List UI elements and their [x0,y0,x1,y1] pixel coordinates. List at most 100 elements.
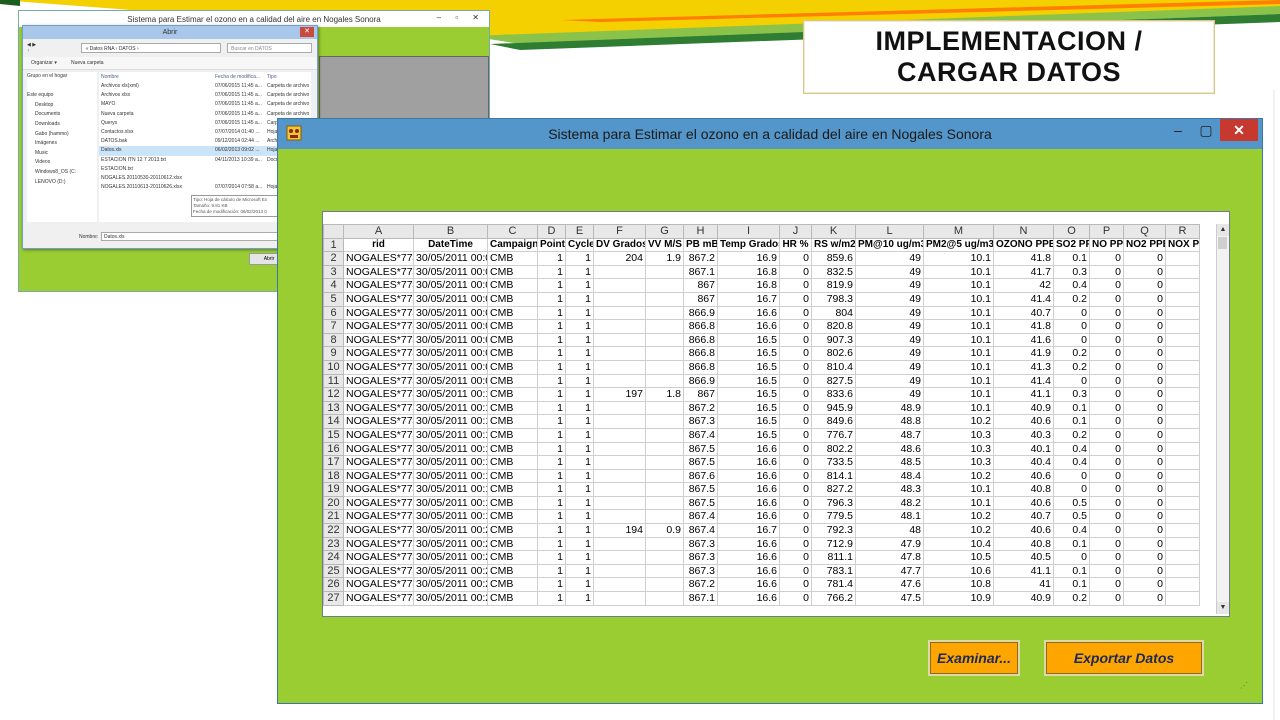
cell[interactable]: 1.9 [645,251,684,266]
cell[interactable]: 0 [1089,332,1124,348]
cell[interactable]: 1 [565,468,594,484]
cell[interactable]: 0 [1123,523,1166,538]
cell[interactable]: NOGALES*77445 [343,332,414,348]
cell[interactable]: 811.1 [811,550,856,565]
field-header[interactable]: Cycle [565,237,594,253]
cell[interactable]: CMB [487,359,538,375]
cell[interactable]: 0 [779,264,812,280]
cell[interactable]: 1 [537,319,566,334]
cell[interactable]: 0 [779,319,812,334]
cell[interactable]: 804 [811,305,856,321]
cell[interactable]: 827.2 [811,482,856,497]
nav-item[interactable]: Desktop [27,101,97,111]
cell[interactable]: 0 [1123,455,1166,470]
cell[interactable]: 16.6 [717,550,780,565]
cell[interactable]: NOGALES*77447 [343,359,414,375]
cell[interactable]: 47.8 [855,550,924,565]
cell[interactable]: 866.8 [683,332,718,348]
cell[interactable]: 30/05/2011 00:19 [413,509,488,525]
cell[interactable]: 0 [1123,468,1166,484]
cell[interactable]: 40.4 [993,455,1054,470]
cell[interactable]: 0.9 [645,523,684,538]
cell[interactable]: 0 [779,305,812,321]
cell[interactable]: 47.5 [855,591,924,606]
cell[interactable]: 0 [1123,441,1166,457]
cell[interactable]: 849.6 [811,414,856,429]
cell[interactable]: 0 [779,414,812,429]
cell[interactable] [645,400,684,416]
new-folder-button[interactable]: Nueva carpeta [71,60,104,66]
cell[interactable]: 41.8 [993,251,1054,266]
cell[interactable]: 16.5 [717,332,780,348]
row-number[interactable]: 21 [323,509,344,525]
scroll-up-icon[interactable]: ▲ [1217,224,1229,236]
cell[interactable]: CMB [487,523,538,538]
cell[interactable]: 10.3 [923,455,994,470]
cell[interactable]: 0 [779,550,812,565]
cell[interactable]: 0 [1123,536,1166,552]
cell[interactable] [645,482,684,497]
cell[interactable]: 0 [1053,373,1090,389]
cell[interactable]: 40.6 [993,523,1054,538]
cell[interactable]: 867.5 [683,441,718,457]
cell[interactable]: 30/05/2011 00:25 [413,591,488,606]
cell[interactable]: 1 [537,359,566,375]
cell[interactable]: 0 [1123,332,1166,348]
cell[interactable] [1165,373,1200,389]
cell[interactable]: 0 [779,400,812,416]
cell[interactable]: 1 [565,305,594,321]
cell[interactable]: 867.3 [683,536,718,552]
cell[interactable]: 49 [855,332,924,348]
cell[interactable]: 10.1 [923,291,994,307]
cell[interactable]: NOGALES*77457 [343,495,414,511]
cell[interactable]: 30/05/2011 00:03 [413,291,488,307]
cell[interactable] [593,509,646,525]
cell[interactable]: CMB [487,427,538,443]
cell[interactable] [593,441,646,457]
field-header[interactable]: PM2@5 ug/m3 [923,237,994,253]
nav-item[interactable]: Este equipo [27,91,97,101]
cell[interactable]: 10.3 [923,441,994,457]
cell[interactable]: 30/05/2011 00:01 [413,264,488,280]
cell[interactable]: 41.4 [993,373,1054,389]
cell[interactable]: CMB [487,278,538,293]
row-number[interactable]: 12 [323,387,344,402]
cell[interactable]: 0 [1089,509,1124,525]
cell[interactable]: 48.6 [855,441,924,457]
cell[interactable]: 1 [537,591,566,606]
cell[interactable]: 0 [779,427,812,443]
cell[interactable]: 40.8 [993,536,1054,552]
cell[interactable]: 867 [683,387,718,402]
cell[interactable]: 0 [779,346,812,361]
cell[interactable]: 0 [1123,563,1166,579]
column-letter[interactable]: G [645,224,684,239]
field-header[interactable]: Temp Grados [717,237,780,253]
cell[interactable]: 712.9 [811,536,856,552]
cell[interactable]: 49 [855,387,924,402]
cell[interactable]: 1 [537,400,566,416]
cell[interactable]: 1 [565,291,594,307]
cell[interactable]: 47.6 [855,577,924,593]
cell[interactable]: 0 [779,468,812,484]
cell[interactable]: 814.1 [811,468,856,484]
close-button[interactable]: ✕ [1220,119,1258,141]
cell[interactable] [1165,523,1200,538]
cell[interactable]: 41.4 [993,291,1054,307]
cell[interactable] [645,591,684,606]
cell[interactable]: 10.1 [923,305,994,321]
cell[interactable] [593,495,646,511]
cell[interactable]: 48.3 [855,482,924,497]
cell[interactable] [645,305,684,321]
cell[interactable]: CMB [487,563,538,579]
field-header[interactable]: NOX PP [1165,237,1200,253]
col-date[interactable]: Fecha de modifica... [215,72,260,82]
cell[interactable]: 0 [1089,577,1124,593]
cell[interactable]: 866.9 [683,373,718,389]
cell[interactable]: 10.2 [923,468,994,484]
cell[interactable]: 0.1 [1053,414,1090,429]
cell[interactable]: 1 [565,523,594,538]
cell[interactable]: 0 [779,278,812,293]
cell[interactable]: 0 [1089,305,1124,321]
cell[interactable]: 0.2 [1053,427,1090,443]
cell[interactable]: 0.3 [1053,264,1090,280]
